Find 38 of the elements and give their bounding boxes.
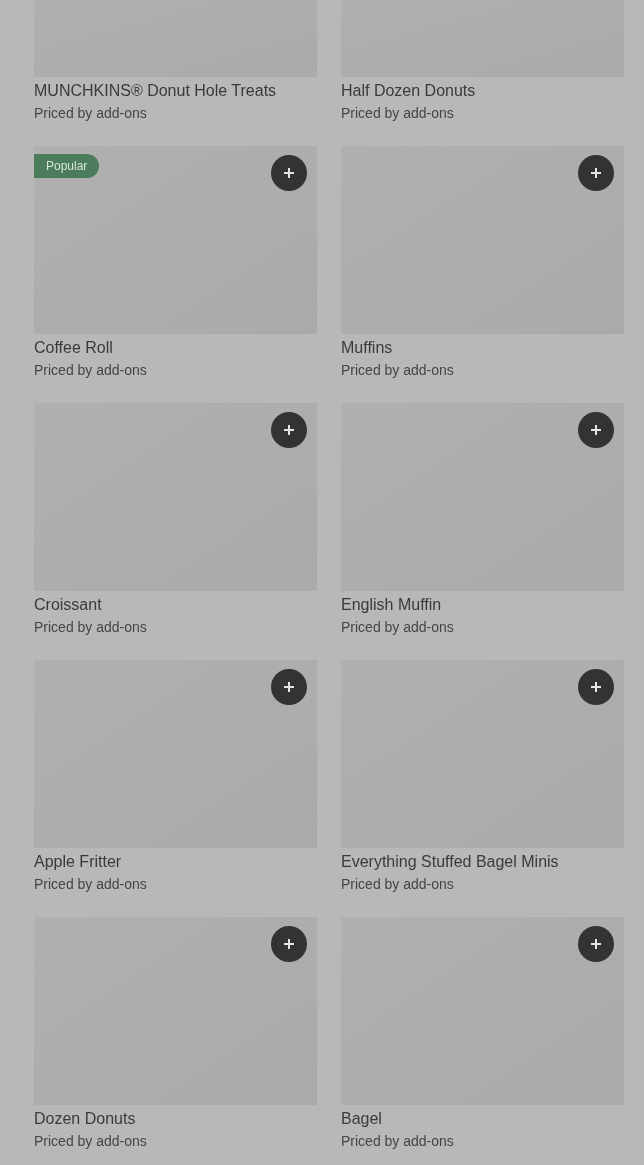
plus-icon bbox=[283, 167, 295, 179]
product-name: Muffins bbox=[341, 338, 394, 358]
add-button[interactable] bbox=[271, 669, 307, 705]
plus-icon bbox=[590, 681, 602, 693]
product-price: Priced by add-ons bbox=[34, 875, 148, 893]
product-price: Priced by add-ons bbox=[341, 104, 455, 122]
product-name: MUNCHKINS® Donut Hole Treats bbox=[34, 81, 278, 101]
plus-icon bbox=[590, 938, 602, 950]
product-price: Priced by add-ons bbox=[341, 361, 455, 379]
product-name: Everything Stuffed Bagel Minis bbox=[341, 852, 560, 872]
add-button[interactable] bbox=[578, 669, 614, 705]
product-price: Priced by add-ons bbox=[341, 618, 455, 636]
plus-icon bbox=[590, 424, 602, 436]
plus-icon bbox=[590, 167, 602, 179]
popular-badge: Popular bbox=[34, 154, 100, 178]
add-button[interactable] bbox=[578, 412, 614, 448]
product-price: Priced by add-ons bbox=[341, 875, 455, 893]
product-price: Priced by add-ons bbox=[34, 1132, 148, 1150]
product-price: Priced by add-ons bbox=[34, 361, 148, 379]
product-name: Croissant bbox=[34, 595, 103, 615]
plus-icon bbox=[283, 938, 295, 950]
add-button[interactable] bbox=[271, 412, 307, 448]
add-button[interactable] bbox=[578, 926, 614, 962]
product-price: Priced by add-ons bbox=[341, 1132, 455, 1150]
product-price: Priced by add-ons bbox=[34, 618, 148, 636]
product-image[interactable]: Popular bbox=[34, 146, 317, 334]
product-price: Priced by add-ons bbox=[34, 104, 148, 122]
product-name: Dozen Donuts bbox=[34, 1109, 137, 1129]
plus-icon bbox=[283, 681, 295, 693]
add-button[interactable] bbox=[271, 926, 307, 962]
product-name: English Muffin bbox=[341, 595, 443, 615]
product-name: Bagel bbox=[341, 1109, 383, 1129]
product-name: Coffee Roll bbox=[34, 338, 114, 358]
product-name: Apple Fritter bbox=[34, 852, 123, 872]
plus-icon bbox=[283, 424, 295, 436]
product-name: Half Dozen Donuts bbox=[341, 81, 477, 101]
add-button[interactable] bbox=[578, 155, 614, 191]
add-button[interactable] bbox=[271, 155, 307, 191]
